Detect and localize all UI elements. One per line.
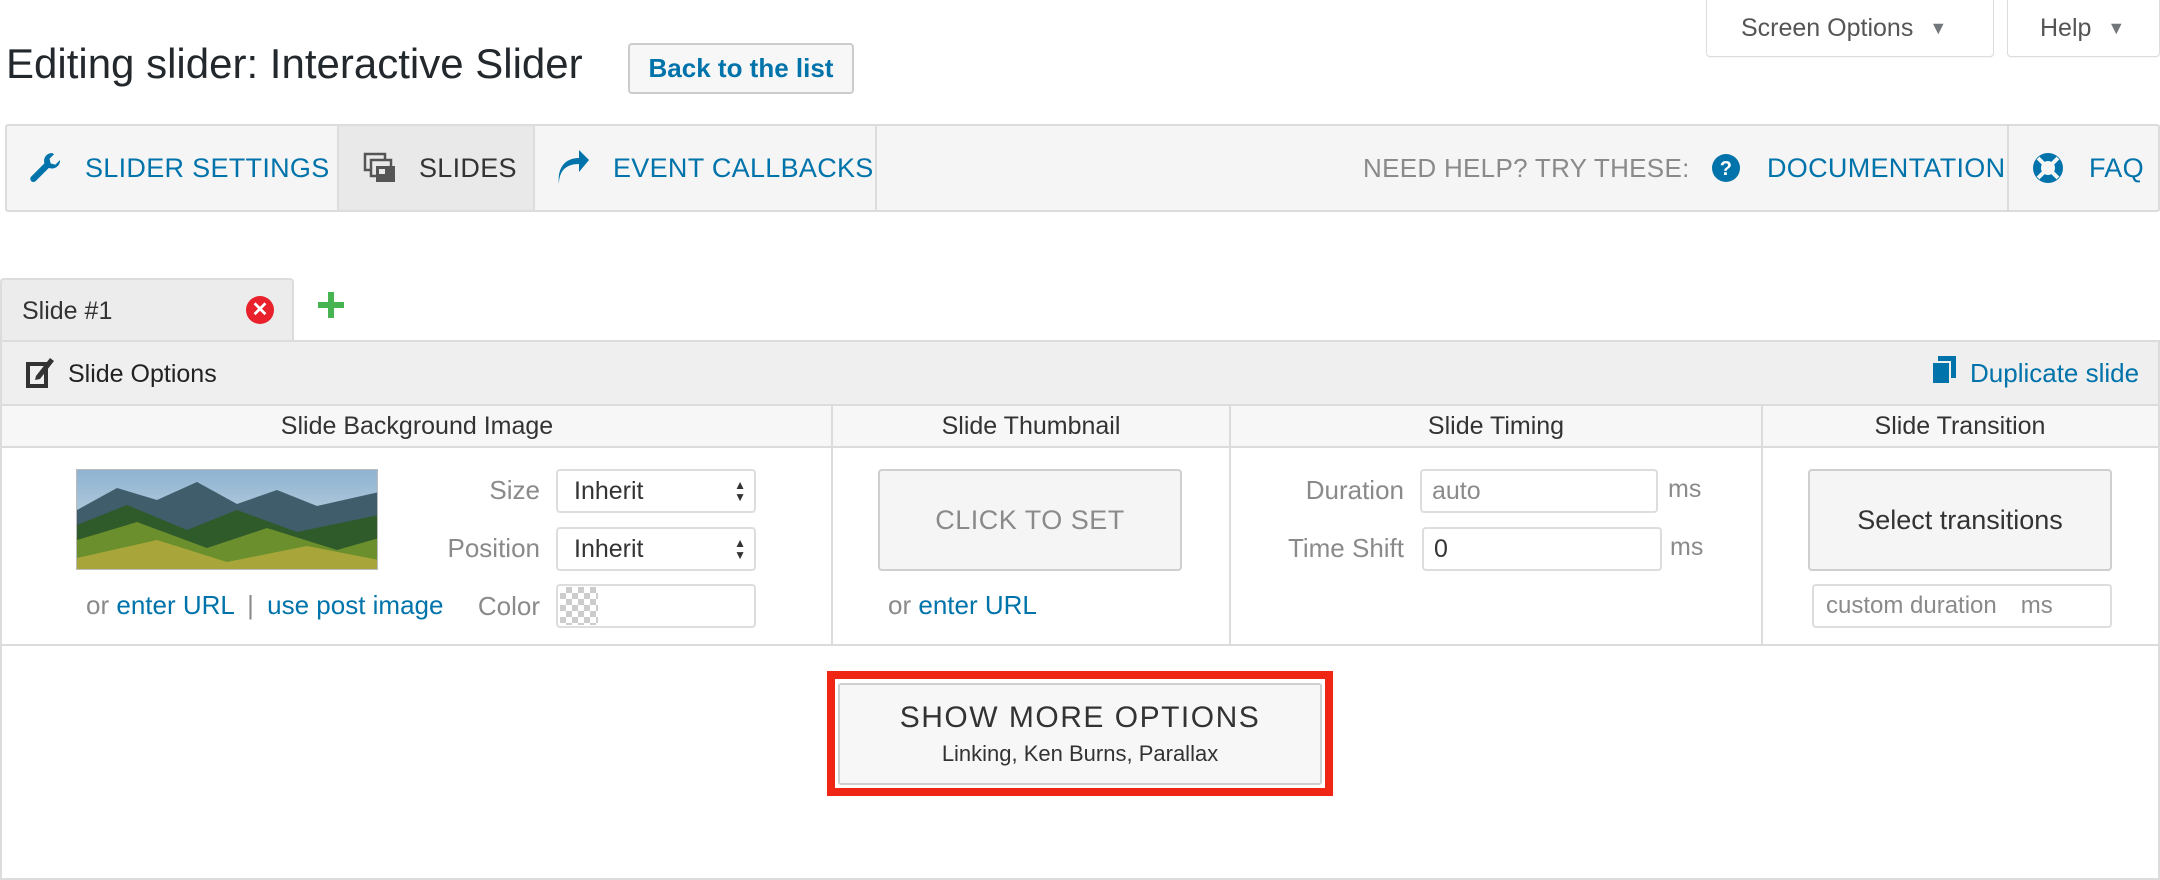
back-to-list-button[interactable]: Back to the list [628, 43, 854, 94]
nav-faq-label: FAQ [2089, 152, 2144, 183]
nav-slides[interactable]: SLIDES [339, 126, 533, 210]
question-circle-icon: ? [1711, 153, 1741, 183]
screen-options-button[interactable]: Screen Options ▼ [1706, 0, 1994, 57]
show-more-options-title: SHOW MORE OPTIONS [899, 701, 1261, 734]
or-text: or [888, 590, 912, 620]
redo-arrow-icon [553, 150, 591, 186]
select-arrows-icon: ▲ ▼ [734, 536, 746, 562]
background-image-thumbnail[interactable] [76, 469, 378, 570]
color-picker-input[interactable] [556, 584, 756, 628]
col-head-timing: Slide Timing [1427, 411, 1565, 440]
thumbnail-enter-url-link[interactable]: enter URL [918, 590, 1037, 620]
show-more-options-button[interactable]: SHOW MORE OPTIONS Linking, Ken Burns, Pa… [838, 683, 1322, 785]
position-select[interactable]: Inherit ▲ ▼ [556, 527, 756, 571]
slide-options-title: Slide Options [68, 360, 217, 388]
custom-duration-placeholder: custom duration [1826, 592, 1997, 619]
time-shift-unit: ms [1670, 533, 1704, 561]
edit-icon [24, 354, 56, 395]
nav-event-callbacks[interactable]: EVENT CALLBACKS [553, 126, 874, 210]
nav-divider [875, 126, 877, 210]
lifebuoy-icon [2031, 151, 2065, 185]
caret-down-icon: ▼ [2107, 17, 2126, 38]
size-select[interactable]: Inherit ▲ ▼ [556, 469, 756, 513]
duplicate-slide-label: Duplicate slide [1970, 358, 2140, 388]
click-to-set-button[interactable]: CLICK TO SET [878, 469, 1182, 571]
time-shift-input[interactable]: 0 [1422, 527, 1662, 571]
nav-slides-label: SLIDES [419, 152, 517, 183]
duration-label: Duration [1305, 475, 1404, 505]
svg-text:?: ? [1720, 158, 1733, 180]
duplicate-slide-button[interactable]: Duplicate slide [1931, 356, 2140, 391]
col-head-thumbnail: Slide Thumbnail [941, 411, 1121, 440]
custom-duration-input[interactable]: custom duration ms [1812, 584, 2112, 628]
position-label: Position [447, 533, 541, 563]
add-slide-icon[interactable] [314, 282, 348, 330]
duplicate-icon [1931, 356, 1956, 391]
help-label: Help [2040, 13, 2092, 42]
caret-down-icon: ▼ [1929, 17, 1948, 38]
time-shift-label: Time Shift [1287, 533, 1404, 563]
nav-divider [533, 126, 535, 210]
nav-slider-settings-label: SLIDER SETTINGS [85, 152, 330, 183]
position-select-value: Inherit [574, 534, 644, 563]
use-post-image-link[interactable]: use post image [267, 590, 443, 620]
nav-divider [2007, 126, 2009, 210]
nav-documentation[interactable]: ? DOCUMENTATION [1711, 126, 2005, 210]
wrench-icon [27, 150, 63, 186]
nav-event-callbacks-label: EVENT CALLBACKS [613, 152, 874, 183]
custom-duration-unit: ms [2020, 592, 2053, 619]
transparent-swatch-icon [560, 587, 598, 625]
slider-nav-bar: SLIDER SETTINGS SLIDES EVENT CALLBACKS N… [5, 124, 2160, 212]
link-separator: | [247, 590, 254, 620]
select-transitions-button[interactable]: Select transitions [1808, 469, 2112, 571]
row-divider [2, 644, 2158, 646]
slide-tab[interactable]: Slide #1 ✕ [0, 278, 294, 342]
size-select-value: Inherit [574, 476, 644, 505]
column-divider [831, 406, 833, 646]
select-arrows-icon: ▲ ▼ [734, 478, 746, 504]
duration-unit: ms [1668, 475, 1702, 503]
nav-documentation-label: DOCUMENTATION [1767, 152, 2006, 183]
background-url-links: or enter URL | use post image [86, 590, 443, 621]
show-more-options-subtitle: Linking, Ken Burns, Parallax [941, 741, 1219, 766]
duration-input[interactable]: auto [1420, 469, 1658, 513]
size-label: Size [489, 475, 540, 505]
nav-slider-settings[interactable]: SLIDER SETTINGS [27, 126, 330, 210]
col-head-background: Slide Background Image [280, 411, 554, 440]
page-title: Editing slider: Interactive Slider [6, 40, 583, 87]
slide-options-header: Slide Options Duplicate slide [2, 342, 2158, 406]
close-icon[interactable]: ✕ [246, 296, 274, 324]
column-divider [1229, 406, 1231, 646]
thumbnail-url-links: or enter URL [888, 590, 1037, 621]
slides-icon [363, 151, 397, 185]
slide-tab-label: Slide #1 [22, 296, 113, 325]
need-help-label: NEED HELP? TRY THESE: [1363, 152, 1690, 183]
column-headers: Slide Background Image Slide Thumbnail S… [2, 406, 2158, 448]
screen-options-label: Screen Options [1741, 13, 1914, 42]
enter-url-link[interactable]: enter URL [116, 590, 234, 620]
nav-faq[interactable]: FAQ [2031, 126, 2144, 210]
or-text: or [86, 590, 110, 620]
column-divider [1761, 406, 1763, 646]
help-button[interactable]: Help ▼ [2007, 0, 2160, 57]
col-head-transition: Slide Transition [1874, 411, 2046, 440]
